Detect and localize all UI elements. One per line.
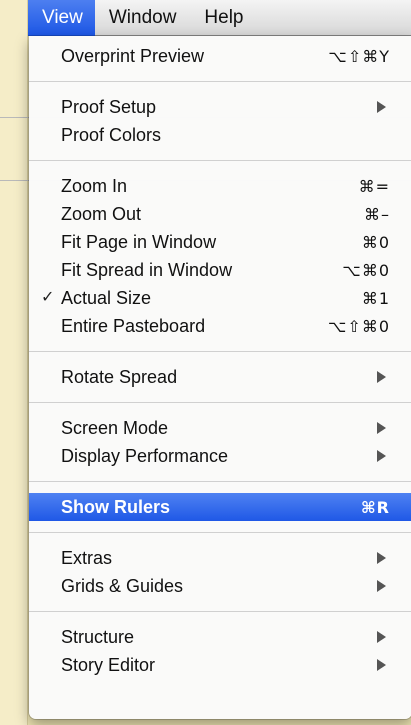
menu-bar: View Window Help (28, 0, 411, 36)
submenu-arrow-icon (377, 450, 386, 462)
menu-separator (29, 481, 411, 482)
menu-item-screen-mode[interactable]: Screen Mode (29, 414, 411, 442)
checkmark-icon: ✓ (41, 287, 55, 306)
menu-item-structure[interactable]: Structure (29, 623, 411, 651)
menu-item-label: Proof Setup (61, 96, 157, 117)
submenu-arrow-icon (377, 371, 386, 383)
menu-item-fit-page-in-window[interactable]: Fit Page in Window ⌘0 (29, 228, 411, 256)
menu-item-label: Show Rulers (61, 496, 171, 517)
menu-separator (29, 351, 411, 352)
menu-item-label: Zoom In (61, 175, 128, 196)
menu-item-shortcut: ⌘0 (361, 232, 390, 252)
view-menu-dropdown: Overprint Preview ⌥⇧⌘Y Proof Setup Proof… (29, 36, 411, 719)
submenu-arrow-icon (377, 422, 386, 434)
menu-separator (29, 611, 411, 612)
menu-item-label: Actual Size (61, 287, 152, 308)
menu-item-label: Grids & Guides (61, 575, 184, 596)
menu-item-entire-pasteboard[interactable]: Entire Pasteboard ⌥⇧⌘0 (29, 312, 411, 340)
menu-separator (29, 81, 411, 82)
menu-item-extras[interactable]: Extras (29, 544, 411, 572)
menu-item-label: Story Editor (61, 654, 156, 675)
menu-item-label: Screen Mode (61, 417, 169, 438)
menu-item-shortcut: ⌥⌘0 (342, 260, 390, 280)
menu-item-label: Fit Page in Window (61, 231, 217, 252)
menu-separator (29, 532, 411, 533)
menu-item-shortcut: ⌘= (358, 176, 390, 196)
menubar-view[interactable]: View (28, 0, 95, 36)
menubar-window[interactable]: Window (95, 0, 191, 36)
menu-item-shortcut: ⌥⇧⌘0 (327, 316, 390, 336)
menu-item-actual-size[interactable]: ✓ Actual Size ⌘1 (29, 284, 411, 312)
menu-item-shortcut: ⌘R (360, 497, 390, 517)
menu-item-fit-spread-in-window[interactable]: Fit Spread in Window ⌥⌘0 (29, 256, 411, 284)
menu-item-shortcut: ⌥⇧⌘Y (328, 46, 390, 66)
menu-item-label: Display Performance (61, 445, 229, 466)
menu-item-shortcut: ⌘– (364, 204, 390, 224)
background-left-strip (0, 0, 28, 725)
submenu-arrow-icon (377, 580, 386, 592)
menu-item-show-rulers[interactable]: Show Rulers ⌘R (29, 493, 411, 521)
menu-item-proof-colors[interactable]: Proof Colors (29, 121, 411, 149)
menu-item-label: Overprint Preview (61, 45, 205, 66)
menu-item-zoom-out[interactable]: Zoom Out ⌘– (29, 200, 411, 228)
menu-item-label: Rotate Spread (61, 366, 178, 387)
menu-item-label: Structure (61, 626, 135, 647)
menu-item-story-editor[interactable]: Story Editor (29, 651, 411, 679)
menu-separator (29, 402, 411, 403)
menu-item-label: Extras (61, 547, 113, 568)
submenu-arrow-icon (377, 552, 386, 564)
menu-item-rotate-spread[interactable]: Rotate Spread (29, 363, 411, 391)
menu-item-overprint-preview[interactable]: Overprint Preview ⌥⇧⌘Y (29, 42, 411, 70)
menubar-help[interactable]: Help (190, 0, 257, 36)
menu-item-label: Zoom Out (61, 203, 142, 224)
menu-item-proof-setup[interactable]: Proof Setup (29, 93, 411, 121)
menu-separator (29, 160, 411, 161)
menu-item-label: Proof Colors (61, 124, 162, 145)
menu-item-display-performance[interactable]: Display Performance (29, 442, 411, 470)
menu-item-label: Entire Pasteboard (61, 315, 206, 336)
menu-item-zoom-in[interactable]: Zoom In ⌘= (29, 172, 411, 200)
menu-item-shortcut: ⌘1 (361, 288, 390, 308)
menu-item-grids-guides[interactable]: Grids & Guides (29, 572, 411, 600)
submenu-arrow-icon (377, 659, 386, 671)
submenu-arrow-icon (377, 631, 386, 643)
submenu-arrow-icon (377, 101, 386, 113)
menu-item-label: Fit Spread in Window (61, 259, 233, 280)
